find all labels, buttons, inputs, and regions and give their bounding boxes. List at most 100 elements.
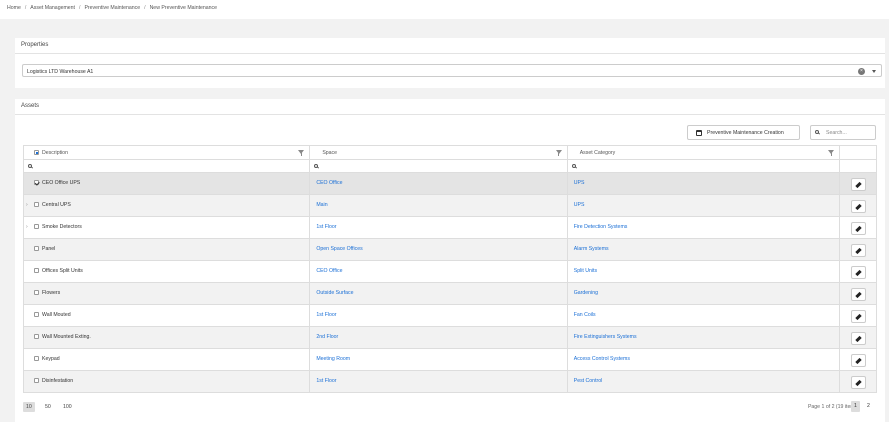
breadcrumb-preventive-maintenance[interactable]: Preventive Maintenance (84, 5, 140, 13)
page-size-10[interactable]: 10 (23, 402, 35, 412)
cell-description: › Central UPS (24, 195, 311, 216)
cell-space: Meeting Room (310, 349, 568, 370)
top-bar: Home / Asset Management / Preventive Mai… (0, 0, 889, 19)
row-checkbox[interactable] (34, 246, 39, 251)
cell-actions (840, 261, 876, 282)
asset-category-link[interactable]: Access Control Systems (574, 356, 630, 362)
row-checkbox[interactable] (34, 202, 39, 207)
table-row[interactable]: Disinfestation 1st Floor Pest Control (24, 371, 876, 393)
space-link[interactable]: CEO Office (316, 180, 342, 186)
asset-category-link[interactable]: Alarm Systems (574, 246, 609, 252)
space-link[interactable]: CEO Office (316, 268, 342, 274)
pager: 10 50 100 Page 1 of 2 (19 items) 1 2 (23, 399, 877, 415)
description-text: Disinfestation (42, 378, 74, 384)
edit-button[interactable] (851, 222, 867, 235)
pencil-icon (855, 313, 862, 321)
table-row[interactable]: Wall Mouted 1st Floor Fan Coils (24, 305, 876, 327)
filter-cell-actions (840, 160, 876, 172)
space-link[interactable]: 1st Floor (316, 312, 336, 318)
asset-category-link[interactable]: Gardening (574, 290, 598, 296)
breadcrumb-home[interactable]: Home (7, 5, 21, 13)
cell-actions (840, 349, 876, 370)
edit-button[interactable] (851, 310, 867, 323)
row-checkbox[interactable] (34, 356, 39, 361)
pencil-icon (855, 291, 862, 299)
table-row[interactable]: Offices Split Units CEO Office Split Uni… (24, 261, 876, 283)
page-1[interactable]: 1 (851, 401, 860, 412)
asset-category-link[interactable]: Split Units (574, 268, 597, 274)
cell-space: CEO Office (310, 173, 568, 194)
asset-category-link[interactable]: Fire Detection Systems (574, 224, 628, 230)
expand-icon[interactable]: › (26, 224, 28, 230)
edit-button[interactable] (851, 332, 867, 345)
pencil-icon (855, 181, 862, 189)
filter-cell-asset-category[interactable] (568, 160, 841, 172)
asset-category-link[interactable]: Fan Coils (574, 312, 596, 318)
page-size-100[interactable]: 100 (60, 402, 75, 412)
breadcrumb-asset-management[interactable]: Asset Management (30, 5, 75, 13)
table-row[interactable]: Flowers Outside Surface Gardening (24, 283, 876, 305)
filter-icon[interactable] (298, 149, 305, 156)
row-checkbox[interactable] (34, 378, 39, 383)
space-link[interactable]: 1st Floor (316, 378, 336, 384)
search-icon (815, 130, 819, 134)
row-checkbox[interactable] (34, 268, 39, 273)
table-row[interactable]: Wall Mounted Exting. 2nd Floor Fire Exti… (24, 327, 876, 349)
search-input[interactable] (810, 125, 876, 140)
page-2[interactable]: 2 (864, 401, 873, 412)
property-select[interactable]: Logistics LTD Warehouse A1 × (22, 64, 882, 77)
row-checkbox[interactable] (34, 334, 39, 339)
cell-description: Offices Split Units (24, 261, 311, 282)
space-link[interactable]: Open Space Offices (316, 246, 362, 252)
cell-description: Panel (24, 239, 311, 260)
select-all-checkbox[interactable] (34, 150, 39, 155)
edit-button[interactable] (851, 376, 867, 389)
row-checkbox[interactable] (34, 224, 39, 229)
table-row[interactable]: Keypad Meeting Room Access Control Syste… (24, 349, 876, 371)
chevron-down-icon[interactable] (872, 70, 876, 73)
filter-icon[interactable] (828, 149, 835, 156)
filter-icon[interactable] (555, 149, 562, 156)
edit-button[interactable] (851, 288, 867, 301)
edit-button[interactable] (851, 266, 867, 279)
expand-icon[interactable]: › (26, 202, 28, 208)
row-checkbox[interactable] (34, 180, 39, 185)
filter-cell-description[interactable] (24, 160, 311, 172)
space-link[interactable]: Outside Surface (316, 290, 353, 296)
row-checkbox[interactable] (34, 312, 39, 317)
space-link[interactable]: Meeting Room (316, 356, 350, 362)
divider (15, 53, 885, 54)
edit-button[interactable] (851, 354, 867, 367)
asset-category-link[interactable]: Fire Extinguishers Systems (574, 334, 637, 340)
edit-button[interactable] (851, 244, 867, 257)
table-row[interactable]: › Central UPS Main UPS (24, 195, 876, 217)
grid-header: Description Space Asset Category (24, 146, 876, 160)
column-header-asset-category[interactable]: Asset Category (568, 146, 841, 159)
edit-button[interactable] (851, 200, 867, 213)
preventive-maintenance-creation-button[interactable]: Preventive Maintenance Creation (687, 125, 800, 140)
clear-icon[interactable]: × (858, 67, 865, 75)
page-size-50[interactable]: 50 (42, 402, 54, 412)
table-row[interactable]: CEO Office UPS CEO Office UPS (24, 173, 876, 195)
properties-title: Properties (21, 42, 49, 48)
cell-asset-category: Fire Extinguishers Systems (568, 327, 841, 348)
space-link[interactable]: 1st Floor (316, 224, 336, 230)
asset-category-link[interactable]: UPS (574, 180, 585, 186)
filter-cell-space[interactable] (310, 160, 568, 172)
properties-panel: Properties Logistics LTD Warehouse A1 × (15, 38, 885, 88)
cell-asset-category: Gardening (568, 283, 841, 304)
cell-space: CEO Office (310, 261, 568, 282)
asset-category-link[interactable]: Pest Control (574, 378, 603, 384)
row-checkbox[interactable] (34, 290, 39, 295)
cell-space: 1st Floor (310, 371, 568, 392)
column-header-space[interactable]: Space (310, 146, 568, 159)
column-header-description[interactable]: Description (24, 146, 311, 159)
breadcrumb-separator: / (24, 5, 27, 11)
edit-button[interactable] (851, 178, 867, 191)
space-link[interactable]: Main (316, 202, 327, 208)
table-row[interactable]: › Smoke Detectors 1st Floor Fire Detecti… (24, 217, 876, 239)
cell-space: 1st Floor (310, 305, 568, 326)
asset-category-link[interactable]: UPS (574, 202, 585, 208)
table-row[interactable]: Panel Open Space Offices Alarm Systems (24, 239, 876, 261)
space-link[interactable]: 2nd Floor (316, 334, 338, 340)
